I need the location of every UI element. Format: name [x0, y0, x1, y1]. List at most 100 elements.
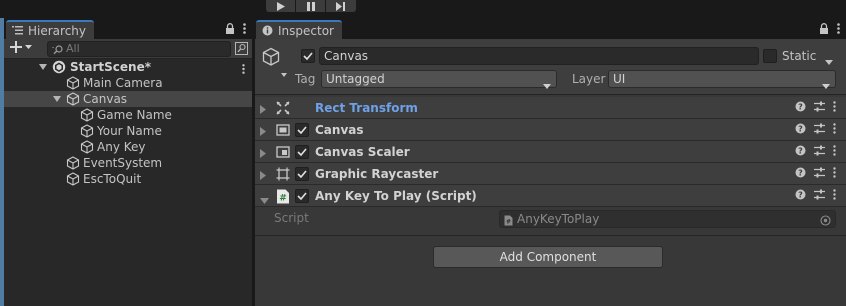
component-title: Canvas Scaler [315, 145, 410, 159]
hierarchy-item-any-key[interactable]: Any Key [4, 139, 252, 155]
tag-dropdown[interactable]: Untagged [321, 70, 557, 89]
tag-label: Tag [295, 72, 316, 86]
hierarchy-item-eventsystem[interactable]: EventSystem [4, 155, 252, 171]
layer-label: Layer [572, 72, 606, 86]
gameobject-name-field[interactable]: Canvas [319, 47, 759, 65]
add-component-button[interactable]: Add Component [433, 246, 663, 268]
pause-button[interactable] [296, 0, 326, 12]
hierarchy-item-esctoquit[interactable]: EscToQuit [4, 171, 252, 187]
fold-arrow-icon[interactable] [260, 147, 266, 161]
gameobject-cube-icon [66, 172, 80, 190]
script-asset-icon: # [504, 214, 513, 230]
hierarchy-item-main-camera[interactable]: Main Camera [4, 75, 252, 91]
component-kebab-icon[interactable] [833, 123, 836, 137]
rect-transform-icon [276, 101, 290, 118]
hierarchy-tabbar: Hierarchy [4, 18, 252, 39]
script-property-row: Script # AnyKeyToPlay [255, 207, 846, 231]
scene-name: StartScene* [70, 60, 151, 74]
hierarchy-item-label: Any Key [97, 140, 146, 154]
help-icon[interactable]: ? [795, 123, 806, 137]
preset-icon[interactable] [814, 123, 825, 137]
component-title: Canvas [315, 123, 364, 137]
checkmark-icon [303, 52, 313, 60]
preset-icon[interactable] [814, 167, 825, 181]
component-title: Any Key To Play (Script) [315, 189, 477, 203]
pause-icon [306, 1, 315, 11]
component-kebab-icon[interactable] [833, 189, 836, 203]
help-icon[interactable]: ? [795, 101, 806, 115]
hierarchy-search-input[interactable]: All [47, 41, 231, 57]
hierarchy-item-canvas[interactable]: Canvas [4, 91, 252, 107]
script-object-field[interactable]: # AnyKeyToPlay [499, 210, 836, 228]
static-checkbox[interactable] [763, 49, 777, 63]
expand-arrow-icon[interactable] [52, 91, 62, 107]
checkmark-icon [297, 148, 307, 156]
preset-icon[interactable] [814, 189, 825, 203]
tab-hierarchy[interactable]: Hierarchy [6, 20, 95, 39]
svg-text:?: ? [798, 169, 803, 178]
component-kebab-icon[interactable] [833, 101, 836, 115]
lock-icon[interactable] [225, 23, 235, 37]
hierarchy-panel: Hierarchy All StartScene* Main Camera Ca… [4, 18, 252, 306]
create-dropdown-button[interactable] [10, 41, 32, 53]
help-icon[interactable]: ? [795, 145, 806, 159]
svg-text:?: ? [798, 125, 803, 134]
fold-arrow-expanded-icon[interactable] [260, 193, 269, 207]
help-icon[interactable]: ? [795, 167, 806, 181]
component-enabled-checkbox[interactable] [295, 189, 309, 203]
icon-caret-down-icon[interactable] [281, 66, 287, 80]
component-kebab-icon[interactable] [833, 145, 836, 159]
canvas-icon [276, 123, 290, 140]
gameobject-icon[interactable] [261, 47, 281, 70]
step-button[interactable] [326, 0, 356, 12]
tab-hierarchy-label: Hierarchy [28, 23, 87, 38]
component-any-key-to-play-script[interactable]: # Any Key To Play (Script) ? [255, 185, 846, 207]
fold-arrow-icon[interactable] [260, 103, 266, 117]
component-canvas-scaler[interactable]: Canvas Scaler ? [255, 141, 846, 163]
lock-icon[interactable] [819, 23, 829, 37]
inspector-tab-tools [819, 23, 840, 37]
hierarchy-item-game-name[interactable]: Game Name [4, 107, 252, 123]
tab-inspector[interactable]: Inspector [256, 20, 342, 39]
component-canvas[interactable]: Canvas ? [255, 119, 846, 141]
object-picker-icon[interactable] [820, 214, 831, 230]
scene-search-filter-icon[interactable] [235, 42, 248, 58]
expand-arrow-icon[interactable] [38, 59, 48, 75]
checkmark-icon [297, 170, 307, 178]
component-title: Rect Transform [315, 101, 418, 115]
hierarchy-search-row: All [4, 39, 252, 59]
component-kebab-icon[interactable] [833, 167, 836, 181]
svg-text:#: # [506, 219, 511, 226]
active-checkbox[interactable] [301, 49, 315, 63]
tab-inspector-label: Inspector [278, 23, 334, 38]
component-tools: ? [795, 123, 836, 137]
chevron-down-icon [543, 77, 551, 93]
hierarchy-tab-tools [225, 23, 246, 37]
component-enabled-checkbox[interactable] [295, 123, 309, 137]
scene-row[interactable]: StartScene* [4, 59, 252, 75]
kebab-menu-icon[interactable] [243, 23, 246, 37]
preset-icon[interactable] [814, 101, 825, 115]
static-dropdown-caret-icon[interactable] [825, 54, 833, 68]
play-toolbar [0, 0, 846, 16]
checkmark-icon [297, 126, 307, 134]
component-enabled-checkbox[interactable] [295, 145, 309, 159]
component-rect-transform[interactable]: Rect Transform ? [255, 97, 846, 119]
fold-arrow-icon[interactable] [260, 169, 266, 183]
layer-dropdown[interactable]: UI [608, 70, 836, 89]
component-enabled-checkbox[interactable] [295, 167, 309, 181]
svg-text:?: ? [798, 103, 803, 112]
help-icon[interactable]: ? [795, 189, 806, 203]
component-graphic-raycaster[interactable]: Graphic Raycaster ? [255, 163, 846, 185]
component-tools: ? [795, 145, 836, 159]
hierarchy-item-your-name[interactable]: Your Name [4, 123, 252, 139]
info-icon [262, 25, 273, 36]
preset-icon[interactable] [814, 145, 825, 159]
play-button[interactable] [266, 0, 296, 12]
fold-arrow-icon[interactable] [260, 125, 266, 139]
kebab-menu-icon[interactable] [837, 23, 840, 37]
tag-value: Untagged [326, 72, 385, 86]
play-controls [266, 0, 356, 12]
hierarchy-item-label: Canvas [83, 92, 128, 106]
component-title: Graphic Raycaster [315, 167, 439, 181]
